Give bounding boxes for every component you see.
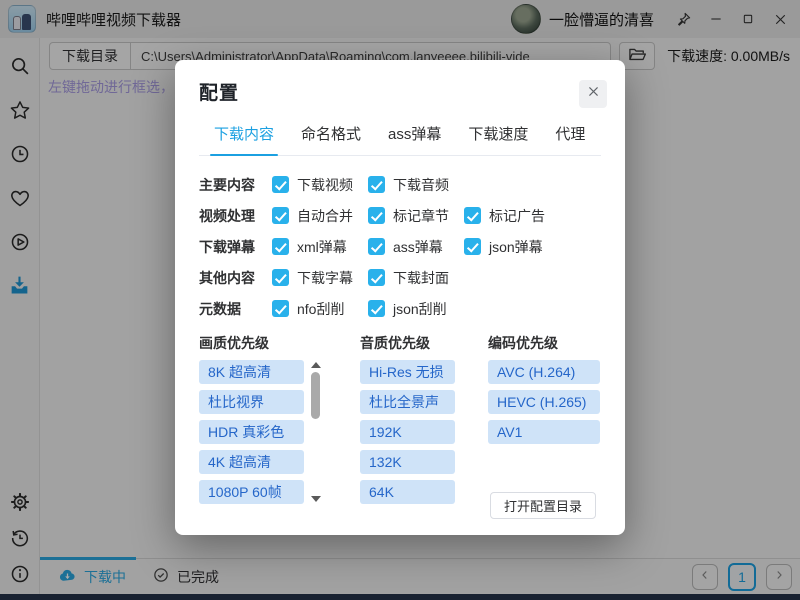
scroll-down-icon[interactable] [311, 496, 321, 502]
checked-checkbox-icon [272, 207, 289, 224]
codec-list: AVC (H.264) HEVC (H.265) AV1 [488, 360, 600, 444]
checked-checkbox-icon [464, 238, 481, 255]
checkbox-mark-ads[interactable]: 标记广告 [464, 206, 560, 226]
video-quality-list: 8K 超高清 杜比视界 HDR 真彩色 4K 超高清 1080P 60帧 [199, 360, 304, 510]
priority-item[interactable]: 杜比视界 [199, 390, 304, 414]
priority-item[interactable]: AVC (H.264) [488, 360, 600, 384]
dialog-title: 配置 [199, 78, 239, 105]
column-title: 编码优先级 [488, 333, 600, 353]
priority-item[interactable]: 132K [360, 450, 455, 474]
open-config-dir-button[interactable]: 打开配置目录 [490, 492, 596, 519]
checkbox-download-cover[interactable]: 下载封面 [368, 268, 464, 288]
row-label: 其他内容 [199, 268, 272, 288]
video-quality-priority-column: 画质优先级 8K 超高清 杜比视界 HDR 真彩色 4K 超高清 1080P 6… [199, 333, 323, 510]
priority-item[interactable]: Hi-Res 无损 [360, 360, 455, 384]
dialog-close-button[interactable] [579, 80, 607, 108]
checkbox-json-danmaku[interactable]: json弹幕 [464, 237, 560, 257]
checkbox-nfo-scrape[interactable]: nfo刮削 [272, 299, 368, 319]
scrollbar-thumb[interactable] [311, 372, 320, 419]
row-metadata: 元数据 nfo刮削 json刮削 [199, 293, 601, 324]
row-label: 下载弹幕 [199, 237, 272, 257]
tab-proxy[interactable]: 代理 [555, 123, 585, 155]
tab-ass-danmaku[interactable]: ass弹幕 [388, 123, 441, 155]
priority-item[interactable]: 杜比全景声 [360, 390, 455, 414]
checked-checkbox-icon [272, 238, 289, 255]
app-window: 哔哩哔哩视频下载器 一脸懵逼的清喜 [0, 0, 800, 600]
priority-section: 画质优先级 8K 超高清 杜比视界 HDR 真彩色 4K 超高清 1080P 6… [199, 333, 601, 510]
tab-naming-format[interactable]: 命名格式 [301, 123, 361, 155]
row-label: 主要内容 [199, 175, 272, 195]
close-icon [586, 84, 601, 104]
codec-priority-column: 编码优先级 AVC (H.264) HEVC (H.265) AV1 [488, 333, 600, 510]
scrollbar[interactable] [308, 360, 323, 504]
row-download-danmaku: 下载弹幕 xml弹幕 ass弹幕 json弹幕 [199, 231, 601, 262]
priority-item[interactable]: HDR 真彩色 [199, 420, 304, 444]
column-title: 画质优先级 [199, 333, 323, 353]
priority-item[interactable]: 4K 超高清 [199, 450, 304, 474]
dialog-tabs: 下载内容 命名格式 ass弹幕 下载速度 代理 [199, 123, 601, 156]
tab-download-content[interactable]: 下载内容 [214, 123, 274, 155]
checkbox-json-scrape[interactable]: json刮削 [368, 299, 464, 319]
checkbox-ass-danmaku[interactable]: ass弹幕 [368, 237, 464, 257]
checked-checkbox-icon [368, 176, 385, 193]
audio-quality-priority-column: 音质优先级 Hi-Res 无损 杜比全景声 192K 132K 64K [360, 333, 455, 510]
checkbox-download-video[interactable]: 下载视频 [272, 175, 368, 195]
row-label: 元数据 [199, 299, 272, 319]
priority-item[interactable]: 192K [360, 420, 455, 444]
checked-checkbox-icon [368, 238, 385, 255]
config-dialog: 配置 下载内容 命名格式 ass弹幕 下载速度 代理 主要内容 下载视频 [175, 60, 625, 535]
row-main-content: 主要内容 下载视频 下载音频 [199, 169, 601, 200]
tab-download-speed[interactable]: 下载速度 [468, 123, 528, 155]
checked-checkbox-icon [464, 207, 481, 224]
config-rows: 主要内容 下载视频 下载音频 视频处理 自动合并 标记章节 [199, 169, 601, 324]
priority-item[interactable]: HEVC (H.265) [488, 390, 600, 414]
checkbox-mark-chapters[interactable]: 标记章节 [368, 206, 464, 226]
priority-item[interactable]: 8K 超高清 [199, 360, 304, 384]
priority-item[interactable]: AV1 [488, 420, 600, 444]
scroll-up-icon[interactable] [311, 362, 321, 368]
checkbox-auto-merge[interactable]: 自动合并 [272, 206, 368, 226]
checked-checkbox-icon [272, 269, 289, 286]
column-title: 音质优先级 [360, 333, 455, 353]
checked-checkbox-icon [368, 207, 385, 224]
checkbox-download-subtitles[interactable]: 下载字幕 [272, 268, 368, 288]
audio-quality-list: Hi-Res 无损 杜比全景声 192K 132K 64K [360, 360, 455, 504]
priority-item[interactable]: 1080P 60帧 [199, 480, 304, 504]
row-label: 视频处理 [199, 206, 272, 226]
priority-item[interactable]: 64K [360, 480, 455, 504]
checkbox-xml-danmaku[interactable]: xml弹幕 [272, 237, 368, 257]
checked-checkbox-icon [272, 300, 289, 317]
checkbox-download-audio[interactable]: 下载音频 [368, 175, 464, 195]
checked-checkbox-icon [368, 300, 385, 317]
row-video-processing: 视频处理 自动合并 标记章节 标记广告 [199, 200, 601, 231]
checked-checkbox-icon [272, 176, 289, 193]
checked-checkbox-icon [368, 269, 385, 286]
row-other-content: 其他内容 下载字幕 下载封面 [199, 262, 601, 293]
